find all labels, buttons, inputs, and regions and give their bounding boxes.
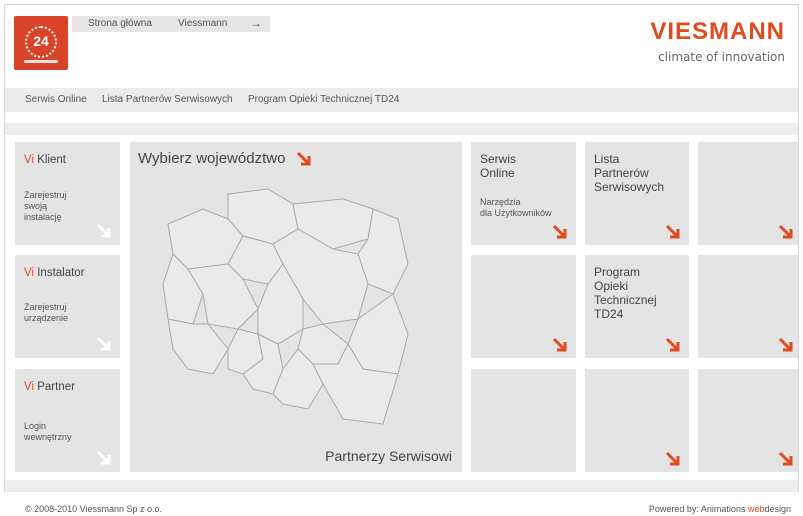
menu-item-lista-partnerow[interactable]: Lista Partnerów Serwisowych	[102, 94, 233, 105]
nav-arrow-icon[interactable]: →	[250, 16, 262, 30]
tile-subtitle: Zarejestruj swoją instalację	[24, 190, 67, 222]
tile-empty-4	[471, 369, 576, 472]
copyright: © 2008-2010 Viessmann Sp z o.o.	[25, 504, 163, 514]
td24-logo[interactable]: 24	[14, 16, 68, 70]
orange-arrow-icon	[778, 337, 794, 353]
orange-arrow-icon	[552, 224, 568, 240]
tile-title: Vi Partner	[24, 381, 75, 393]
tile-title: Lista Partnerów Serwisowych	[594, 152, 665, 194]
tile-title: Vi Klient	[24, 154, 66, 166]
menu-item-program-td24[interactable]: Program Opieki Technicznej TD24	[248, 94, 399, 105]
tile-vi-partner[interactable]: Vi Partner Login wewnętrzny	[15, 369, 120, 472]
tile-program-td24[interactable]: Program Opieki Technicznej TD24	[585, 255, 689, 358]
orange-arrow-icon	[778, 224, 794, 240]
tile-vi-klient[interactable]: Vi Klient Zarejestruj swoją instalację	[15, 142, 120, 245]
tile-vi-instalator[interactable]: Vi Instalator Zarejestruj urządzenie	[15, 255, 120, 358]
tile-empty-3[interactable]	[698, 255, 798, 358]
tile-empty-2[interactable]	[471, 255, 576, 358]
viessmann-logo[interactable]: VIESMANN climate of innovation	[650, 18, 785, 64]
tile-title: Vi Instalator	[24, 267, 85, 279]
nav-home-link[interactable]: Strona główna	[88, 18, 152, 29]
tile-subtitle: Narzędzia dla Użytkowników	[480, 197, 552, 218]
orange-arrow-icon	[296, 151, 311, 166]
tile-empty-6[interactable]	[698, 369, 798, 472]
region-dolnoslaskie	[167, 318, 229, 375]
tile-lista-partnerow[interactable]: Lista Partnerów Serwisowych	[585, 142, 689, 245]
map-heading: Wybierz województwo	[138, 150, 312, 167]
brand-name: VIESMANN	[650, 18, 785, 45]
powered-by[interactable]: Powered by: Animations webdesign	[649, 504, 791, 514]
divider-strip	[5, 123, 798, 135]
tile-subtitle: Zarejestruj urządzenie	[24, 302, 69, 323]
tile-empty-5[interactable]	[585, 369, 689, 472]
main-menu: Serwis Online Lista Partnerów Serwisowyc…	[5, 88, 798, 112]
arrow-icon	[96, 336, 112, 352]
arrow-icon	[96, 450, 112, 466]
arrow-icon	[96, 223, 112, 239]
poland-map[interactable]	[158, 184, 418, 429]
tile-title: Program Opieki Technicznej TD24	[594, 265, 657, 321]
brand-tagline: climate of innovation	[658, 50, 785, 64]
top-navigation: Strona główna Viessmann →	[72, 16, 270, 32]
tile-map[interactable]: Wybierz województwo Partnerzy Serwisowi	[130, 142, 462, 472]
orange-arrow-icon	[665, 451, 681, 467]
orange-arrow-icon	[665, 224, 681, 240]
orange-arrow-icon	[778, 451, 794, 467]
divider-strip-bottom	[5, 480, 798, 492]
partners-label: Partnerzy Serwisowi	[325, 448, 452, 464]
logo-number: 24	[33, 33, 49, 49]
tile-empty-1[interactable]	[698, 142, 798, 245]
orange-arrow-icon	[552, 337, 568, 353]
tile-subtitle: Login wewnętrzny	[24, 421, 72, 442]
nav-viessmann-link[interactable]: Viessmann	[178, 18, 227, 29]
logo-base-icon	[24, 60, 58, 63]
orange-arrow-icon	[665, 337, 681, 353]
tile-title: Serwis Online	[480, 152, 517, 180]
tile-serwis-online[interactable]: Serwis Online Narzędzia dla Użytkowników	[471, 142, 576, 245]
menu-item-serwis-online[interactable]: Serwis Online	[25, 94, 87, 105]
